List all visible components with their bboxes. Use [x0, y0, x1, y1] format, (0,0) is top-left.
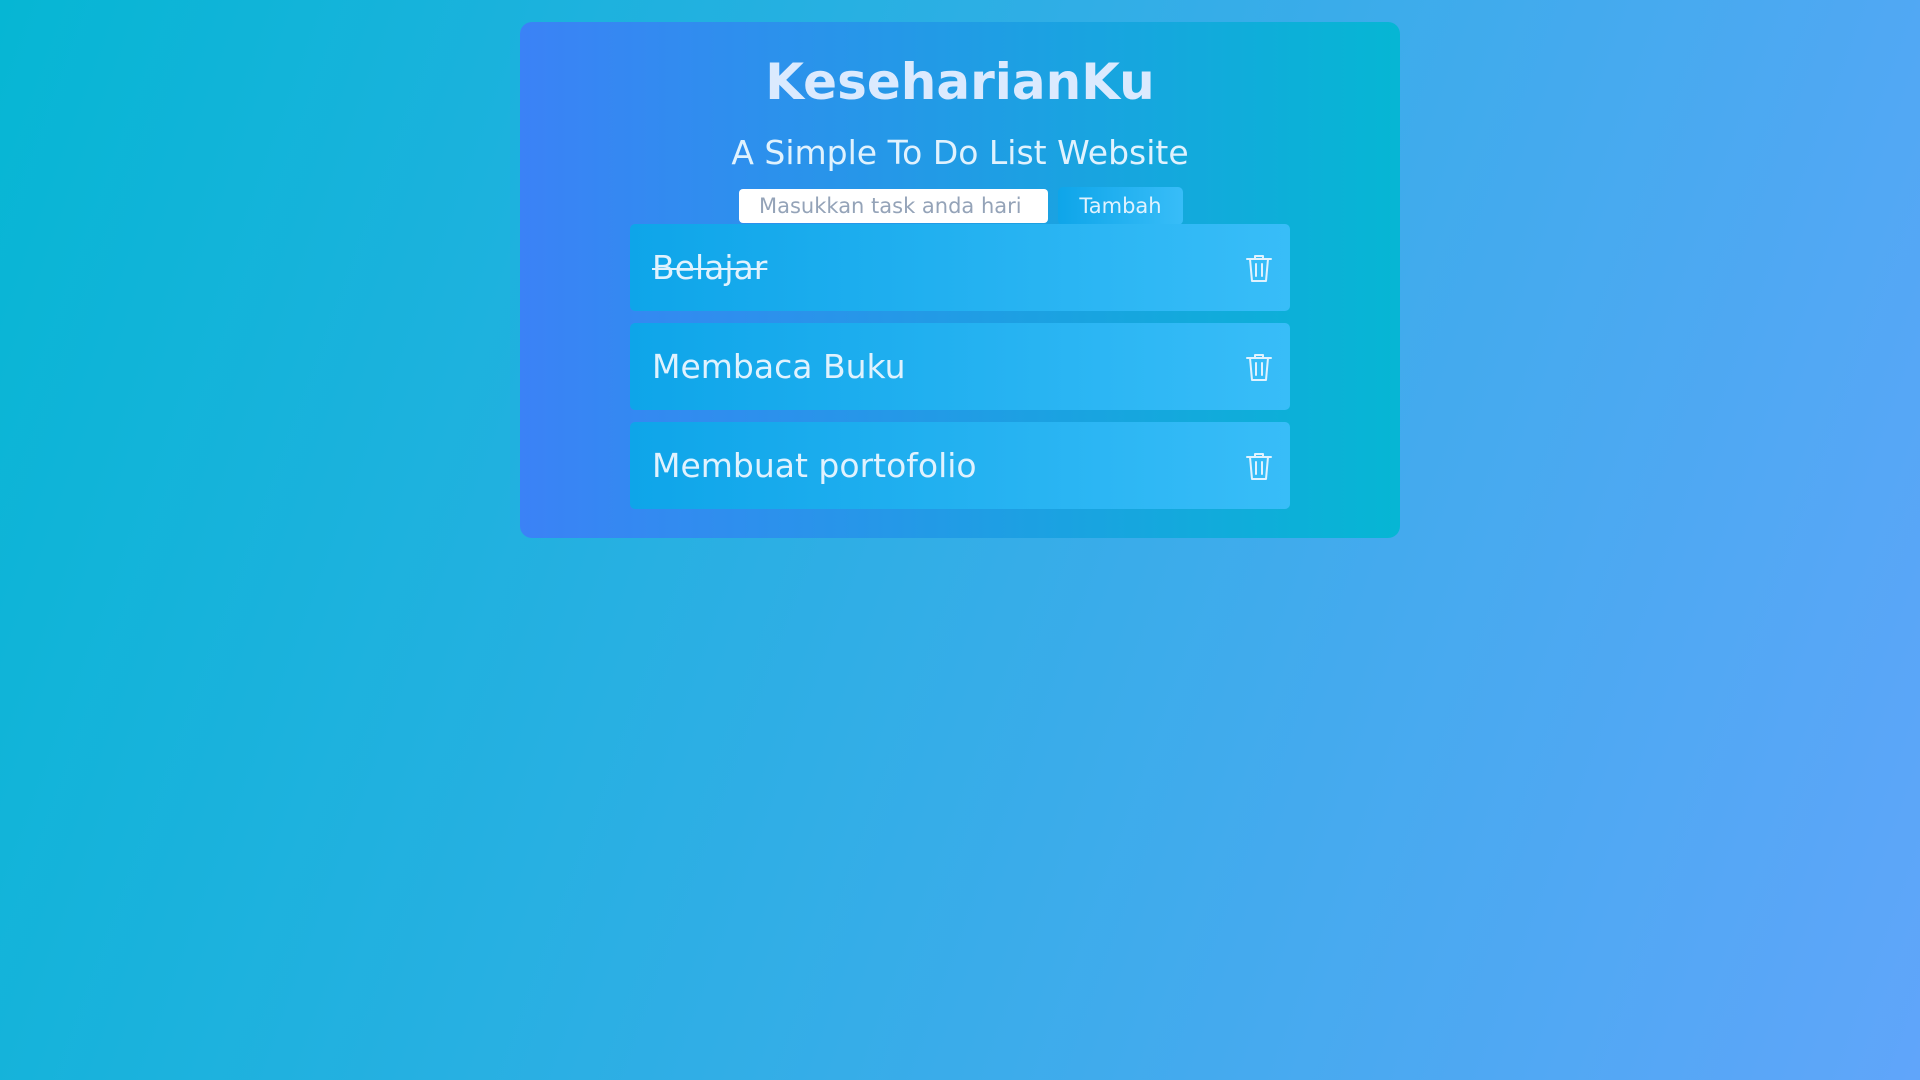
app-subtitle: A Simple To Do List Website — [731, 133, 1189, 172]
todo-text[interactable]: Membuat portofolio — [652, 422, 977, 509]
todo-item[interactable]: Membaca Buku — [630, 323, 1290, 410]
todo-list: Belajar Membaca Buku Membuat portofolio — [630, 224, 1290, 521]
delete-button[interactable] — [1244, 252, 1274, 284]
trash-icon — [1246, 354, 1272, 381]
todo-card: KeseharianKu A Simple To Do List Website… — [520, 22, 1400, 538]
task-input[interactable] — [739, 189, 1048, 223]
todo-text[interactable]: Belajar — [652, 224, 767, 311]
add-task-form: Tambah — [520, 187, 1400, 225]
delete-button[interactable] — [1244, 351, 1274, 383]
add-task-button[interactable]: Tambah — [1058, 187, 1183, 225]
trash-icon — [1246, 255, 1272, 282]
todo-item[interactable]: Belajar — [630, 224, 1290, 311]
todo-item[interactable]: Membuat portofolio — [630, 422, 1290, 509]
trash-icon — [1246, 453, 1272, 480]
app-title: KeseharianKu — [765, 53, 1155, 111]
todo-text[interactable]: Membaca Buku — [652, 323, 906, 410]
delete-button[interactable] — [1244, 450, 1274, 482]
